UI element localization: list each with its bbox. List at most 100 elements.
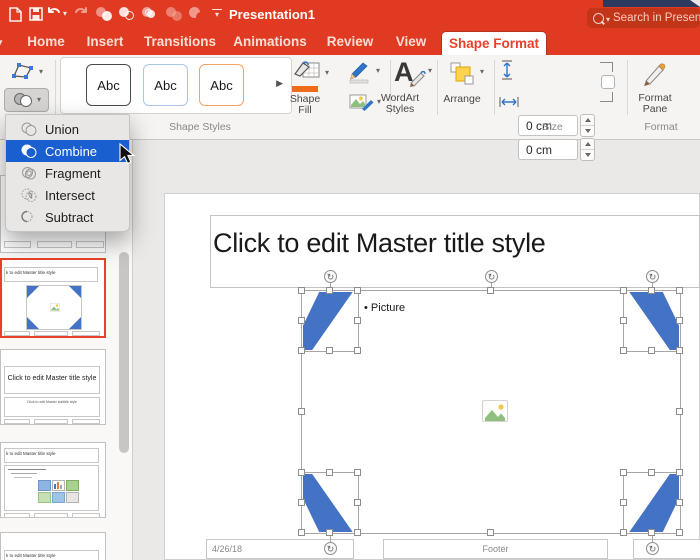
format-pane-label[interactable]: Format Pane — [630, 93, 680, 115]
selection-handle[interactable] — [326, 347, 333, 354]
tab-home[interactable]: Home — [27, 34, 65, 49]
selection-handle[interactable] — [298, 529, 305, 536]
tab-shape-format[interactable]: Shape Format — [441, 31, 547, 55]
selection-handle[interactable] — [354, 347, 361, 354]
tab-transitions[interactable]: Transitions — [144, 34, 216, 49]
thumbnail-slide-5[interactable]: k to edit Master title style — [0, 532, 106, 560]
gallery-more-arrow[interactable]: ▶ — [276, 78, 283, 89]
selection-handle[interactable] — [676, 469, 683, 476]
menu-item-union[interactable]: Union — [6, 118, 129, 140]
customize-toolbar-icon[interactable]: ▾ — [212, 9, 222, 19]
selection-handle[interactable] — [354, 469, 361, 476]
selection-handle[interactable] — [676, 529, 683, 536]
shape-style-black[interactable]: Abc — [86, 64, 131, 106]
new-presentation-icon[interactable] — [8, 7, 23, 27]
thumbnail-slide-4[interactable]: k to edit Master title style — [0, 442, 106, 518]
shape-fill-label[interactable]: Shape Fill — [282, 94, 328, 116]
shape-width-field[interactable]: 0 cm — [518, 139, 578, 160]
redo-icon[interactable] — [74, 7, 89, 26]
tab-animations[interactable]: Animations — [233, 34, 307, 49]
corner-shape-top-left[interactable] — [303, 292, 353, 350]
picture-bullet-text[interactable]: • Picture — [364, 302, 405, 314]
selection-handle[interactable] — [487, 529, 494, 536]
selection-handle[interactable] — [326, 287, 333, 294]
selection-handle[interactable] — [620, 499, 627, 506]
corner-br-rotate-handle[interactable]: ↻ — [646, 542, 659, 555]
selection-handle[interactable] — [354, 317, 361, 324]
slidenumber-placeholder[interactable] — [633, 539, 700, 559]
selection-handle[interactable] — [676, 317, 683, 324]
selection-handle[interactable] — [620, 317, 627, 324]
menu-item-fragment[interactable]: Fragment — [6, 162, 129, 184]
corner-tl-rotate-handle[interactable]: ↻ — [324, 270, 337, 283]
wordart-caret[interactable]: ▾ — [428, 67, 432, 75]
undo-menu-caret[interactable]: ▾ — [63, 10, 67, 18]
shape-outline-caret[interactable]: ▾ — [376, 67, 380, 75]
format-pane-icon[interactable] — [640, 59, 670, 92]
selection-handle[interactable] — [620, 287, 627, 294]
shape-style-orange[interactable]: Abc — [199, 64, 244, 106]
stepper-up[interactable] — [581, 139, 594, 150]
edit-points-icon[interactable] — [9, 60, 37, 87]
stepper-down[interactable] — [581, 150, 594, 161]
shape-outline-icon[interactable] — [346, 60, 372, 89]
picture-rotate-handle[interactable]: ↻ — [485, 270, 498, 283]
tab-insert[interactable]: Insert — [87, 34, 124, 49]
selection-handle[interactable] — [648, 347, 655, 354]
selection-handle[interactable] — [298, 287, 305, 294]
selection-handle[interactable] — [298, 317, 305, 324]
arrange-caret[interactable]: ▾ — [480, 68, 484, 76]
selection-handle[interactable] — [354, 529, 361, 536]
selection-handle[interactable] — [676, 287, 683, 294]
corner-tr-rotate-handle[interactable]: ↻ — [646, 270, 659, 283]
shape-style-blue[interactable]: Abc — [143, 64, 188, 106]
selection-handle[interactable] — [354, 499, 361, 506]
selection-handle[interactable] — [298, 347, 305, 354]
thumbnail-scrollbar[interactable] — [119, 252, 129, 453]
selection-handle[interactable] — [676, 499, 683, 506]
arrange-label[interactable]: Arrange — [438, 94, 486, 105]
menu-item-combine[interactable]: Combine — [6, 140, 129, 162]
selection-handle[interactable] — [326, 469, 333, 476]
tab-view[interactable]: View — [396, 34, 427, 49]
selection-handle[interactable] — [620, 529, 627, 536]
lock-aspect-checkbox[interactable] — [601, 75, 615, 89]
footer-placeholder[interactable]: Footer — [383, 539, 608, 559]
merge-shapes-button[interactable]: ▾ — [4, 88, 49, 112]
selection-handle[interactable] — [298, 408, 305, 415]
menu-item-intersect[interactable]: Intersect — [6, 184, 129, 206]
shape-width-stepper[interactable] — [580, 138, 595, 161]
thumbnail-slide-2-selected[interactable]: k to edit Master title style — [0, 258, 106, 338]
tab-review[interactable]: Review — [327, 34, 374, 49]
slide-title-text[interactable]: Click to edit Master title style — [213, 228, 546, 259]
arrange-icon[interactable] — [448, 60, 476, 91]
corner-shape-top-left-frame[interactable] — [298, 287, 361, 354]
corner-shape-bottom-left[interactable] — [303, 474, 353, 532]
selection-handle[interactable] — [676, 408, 683, 415]
thumbnail-slide-3[interactable]: Click to edit Master title style Click t… — [0, 349, 106, 425]
selection-handle[interactable] — [648, 529, 655, 536]
selection-handle[interactable] — [676, 347, 683, 354]
selection-handle[interactable] — [354, 287, 361, 294]
corner-shape-bottom-right-frame[interactable] — [620, 469, 683, 536]
selection-handle[interactable] — [487, 287, 494, 294]
edit-points-caret[interactable]: ▾ — [39, 68, 43, 76]
menu-item-subtract[interactable]: Subtract — [6, 206, 129, 228]
undo-icon[interactable] — [46, 7, 61, 21]
corner-shape-bottom-right[interactable] — [629, 474, 679, 532]
shape-effects-icon[interactable] — [348, 91, 374, 118]
picture-placeholder-icon[interactable] — [482, 400, 508, 422]
selection-handle[interactable] — [326, 529, 333, 536]
save-icon[interactable] — [29, 7, 43, 26]
selection-handle[interactable] — [620, 347, 627, 354]
corner-bl-rotate-handle[interactable]: ↻ — [324, 542, 337, 555]
selection-handle[interactable] — [620, 469, 627, 476]
selection-handle[interactable] — [298, 499, 305, 506]
shape-fill-caret[interactable]: ▾ — [325, 69, 329, 77]
search-scope-caret[interactable]: ▾ — [606, 15, 610, 24]
corner-shape-top-right-frame[interactable] — [620, 287, 683, 354]
selection-handle[interactable] — [648, 469, 655, 476]
selection-handle[interactable] — [648, 287, 655, 294]
corner-shape-bottom-left-frame[interactable] — [298, 469, 361, 536]
search-input[interactable]: ▾ Search in Presen — [587, 8, 700, 28]
